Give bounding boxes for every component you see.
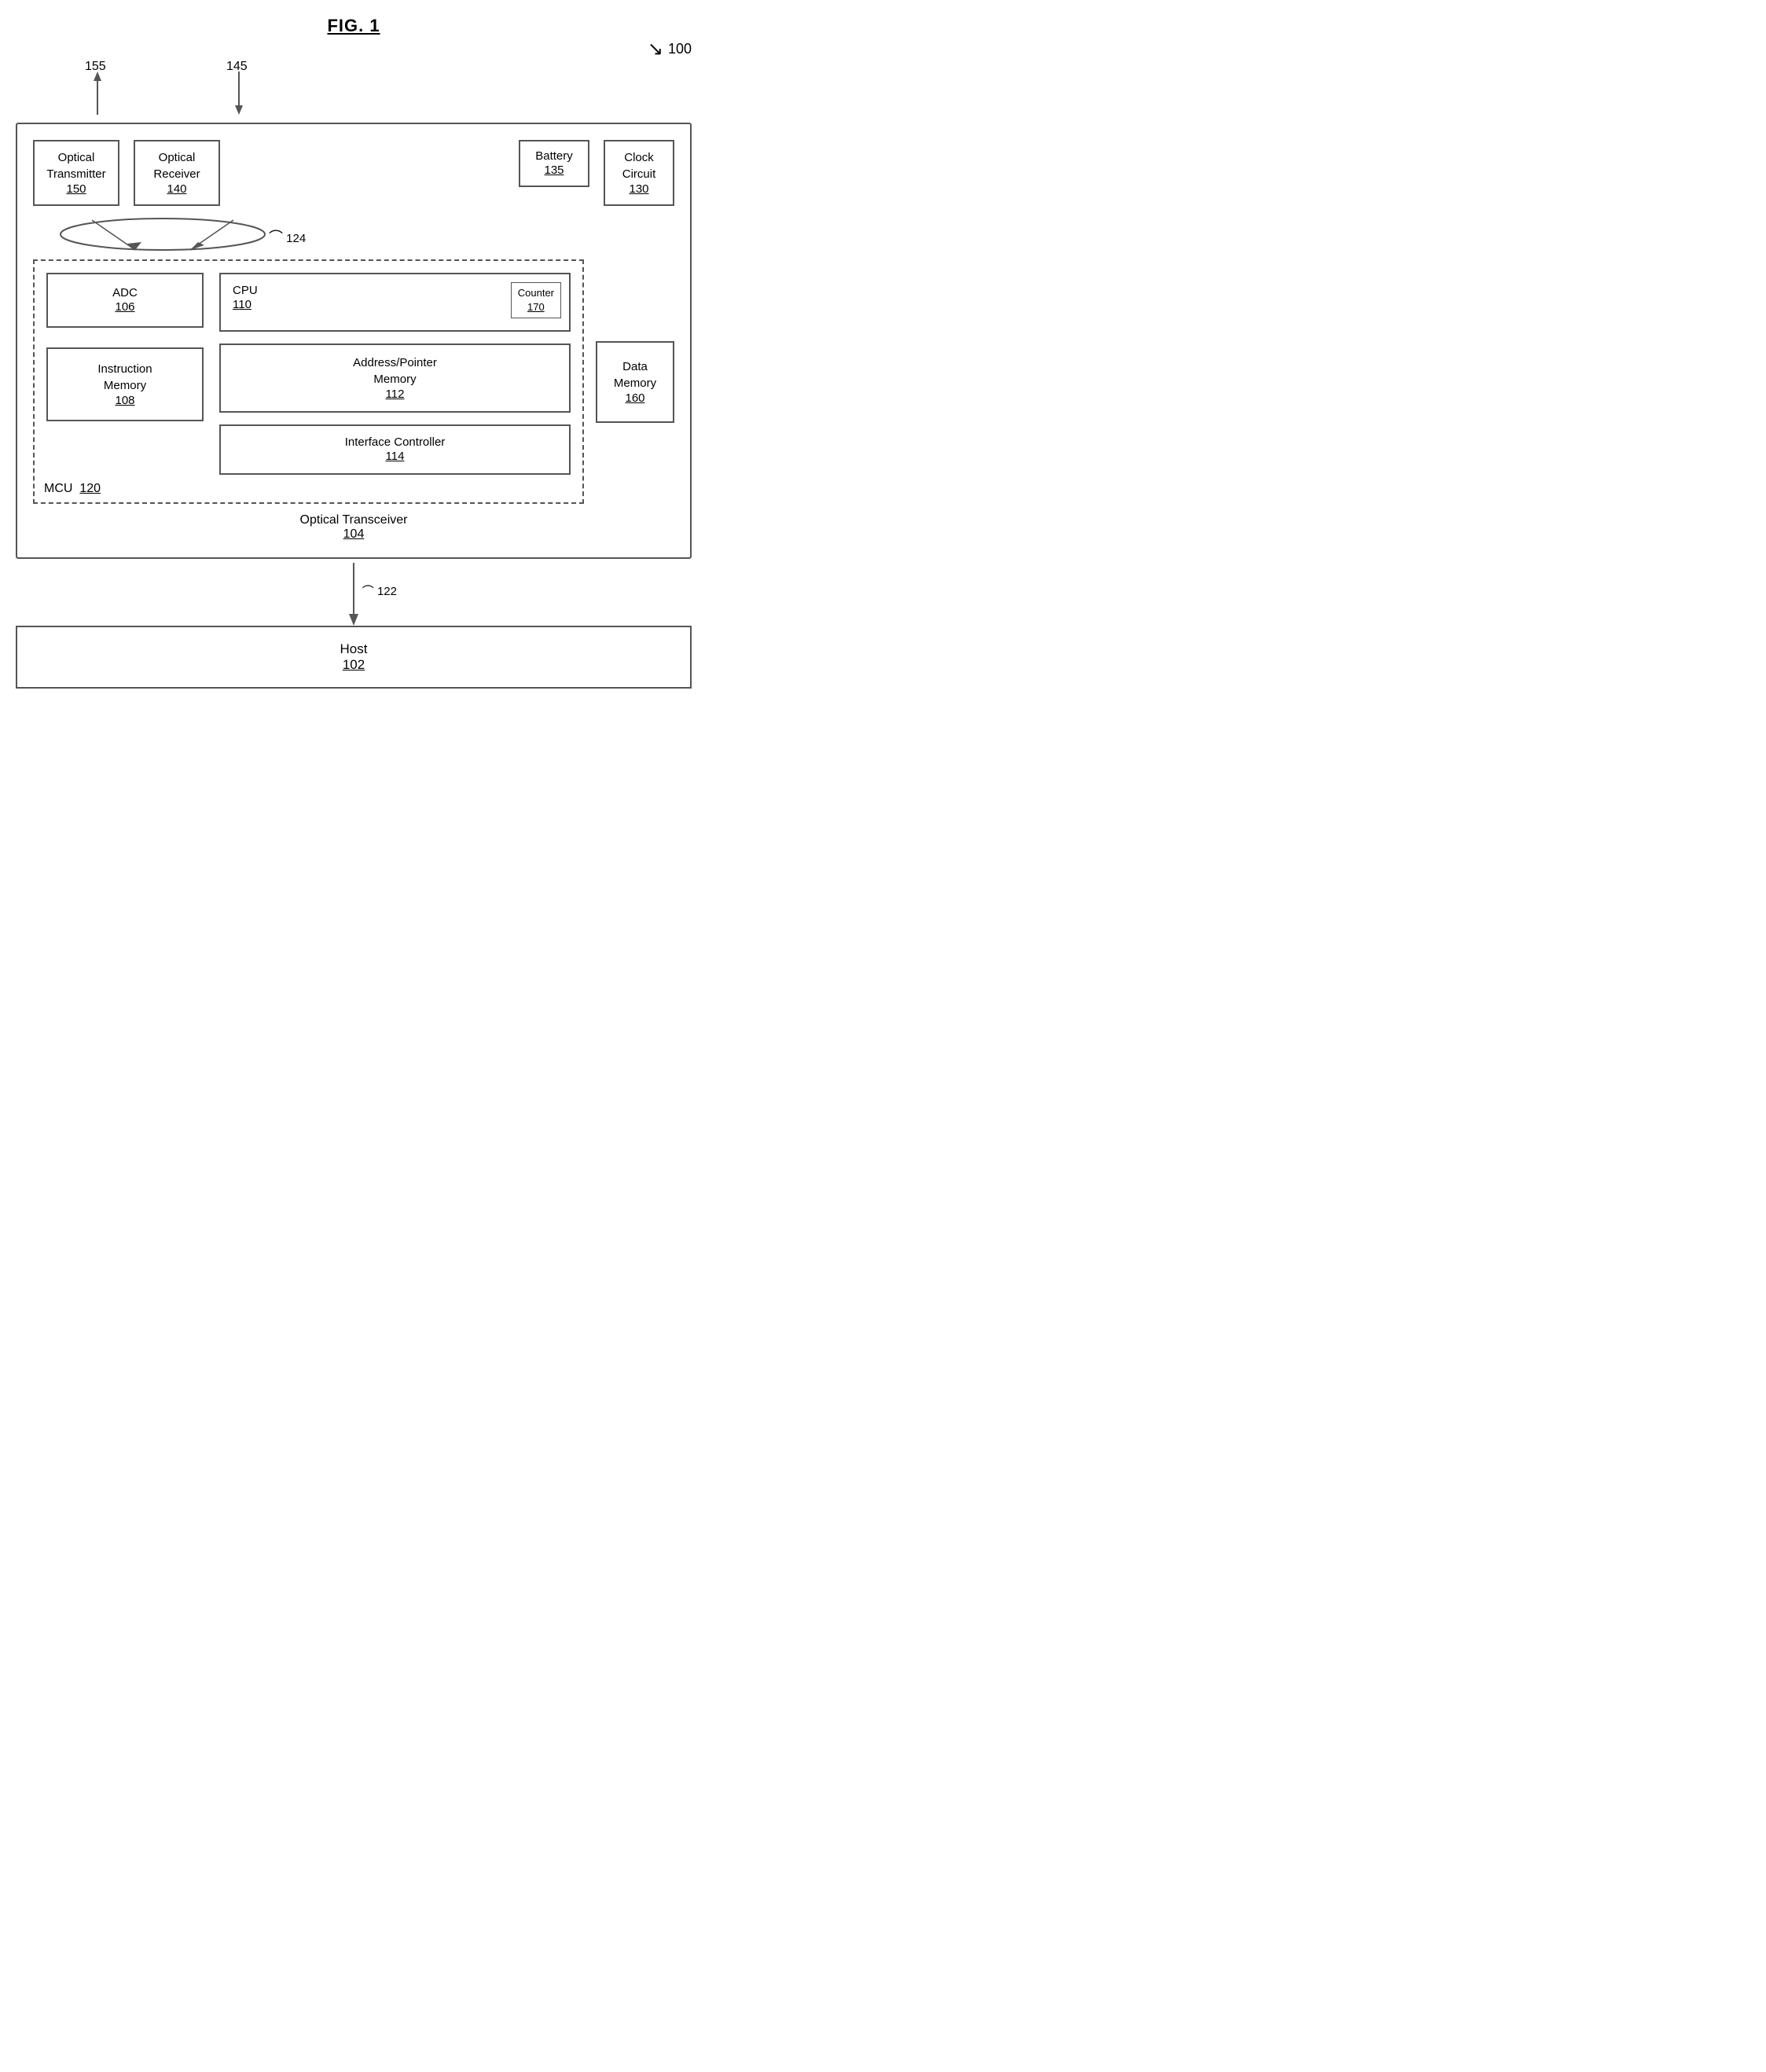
address-pointer-memory-box: Address/PointerMemory 112 [219,343,571,413]
adc-ref: 106 [115,300,134,314]
adc-box: ADC 106 [46,273,204,328]
battery-box: Battery 135 [519,140,589,187]
data-memory-label: DataMemory [614,360,656,390]
interface-controller-box: Interface Controller 114 [219,424,571,475]
data-memory-box: DataMemory 160 [596,341,674,423]
optical-transceiver-label: Optical Transceiver [300,513,408,527]
instruction-memory-label: InstructionMemory [97,362,152,392]
address-pointer-ref: 112 [386,388,405,401]
outer-system-box: OpticalTransmitter 150 OpticalReceiver 1… [16,123,692,559]
lens-svg [33,212,363,255]
lens-area: ⌒ 124 [33,212,674,255]
optical-transceiver-ref: 104 [343,527,365,541]
lens-ref-label: ⌒ 124 [269,226,306,247]
clock-circuit-ref: 130 [629,182,648,196]
optical-transmitter-ref: 150 [66,182,86,196]
optical-transceiver-area: Optical Transceiver 104 [33,513,674,542]
interface-controller-ref: 114 [386,450,405,463]
cpu-ref: 110 [233,298,251,311]
optical-transmitter-label: OpticalTransmitter [46,151,105,181]
host-ref: 102 [343,657,365,672]
figure-title: FIG. 1 [16,16,692,36]
address-pointer-label: Address/PointerMemory [353,356,437,386]
cpu-label: CPU [233,284,258,297]
arrow-145-icon [231,72,247,115]
counter-label: Counter [518,287,554,299]
counter-ref: 170 [527,301,545,313]
instruction-memory-box: InstructionMemory 108 [46,347,204,421]
clock-circuit-label: ClockCircuit [622,151,656,181]
label-122: ⌒ 122 [362,582,397,599]
optical-receiver-ref: 140 [167,182,186,196]
host-label: Host [340,641,368,656]
mcu-interior: ADC 106 InstructionMemory 108 [46,273,571,475]
curve-arrow-icon: ↙ [648,38,663,61]
page: FIG. 1 ↙ 100 155 145 OpticalTransmitter … [16,16,692,689]
optical-receiver-box: OpticalReceiver 140 [134,140,220,206]
clock-circuit-box: ClockCircuit 130 [604,140,674,206]
mcu-left-col: ADC 106 InstructionMemory 108 [46,273,204,475]
host-box: Host 102 [16,626,692,689]
ref-100-label: ↙ 100 [648,38,692,61]
adc-label: ADC [112,286,138,299]
optical-transmitter-box: OpticalTransmitter 150 [33,140,119,206]
optical-receiver-label: OpticalReceiver [153,151,200,181]
battery-ref: 135 [544,163,564,177]
counter-box: Counter 170 [511,282,561,318]
connection-122-area: ⌒ 122 [16,563,692,626]
interface-controller-label: Interface Controller [345,435,446,449]
instruction-memory-ref: 108 [115,394,134,407]
mcu-label: MCU 120 [44,482,101,496]
cpu-box: CPU 110 Counter 170 [219,273,571,332]
mcu-box: ADC 106 InstructionMemory 108 [33,259,584,504]
mcu-area: ADC 106 InstructionMemory 108 [33,259,674,504]
mcu-right-col: CPU 110 Counter 170 Address/PointerMemor… [219,273,571,475]
battery-label: Battery [535,149,573,163]
data-memory-ref: 160 [625,391,644,405]
arrow-155-icon [90,72,105,115]
